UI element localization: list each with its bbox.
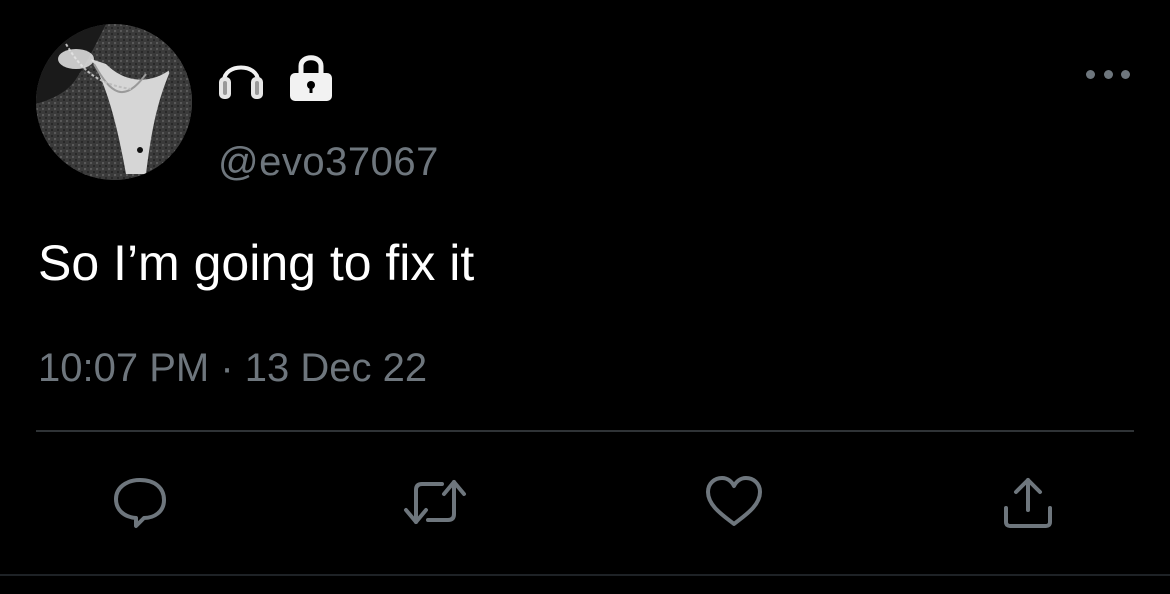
lock-emoji [290, 55, 332, 101]
divider [36, 430, 1134, 432]
user-handle[interactable]: @evo37067 [218, 136, 439, 188]
tweet-detail: @evo37067 So I’m going to fix it 10:07 P… [0, 0, 1170, 594]
headphones-emoji [219, 65, 263, 99]
heart-icon [706, 476, 762, 526]
avatar[interactable] [36, 24, 192, 180]
share-button[interactable] [998, 472, 1058, 532]
ellipsis-icon[interactable] [1086, 64, 1130, 84]
display-name [218, 50, 334, 104]
tweet-text: So I’m going to fix it [38, 235, 475, 291]
retweet-icon [404, 480, 466, 524]
share-icon [1004, 478, 1052, 528]
tweet-timestamp[interactable]: 10:07 PM · 13 Dec 22 [38, 342, 427, 394]
profile-photo [36, 24, 192, 180]
ellipsis-dot [1121, 69, 1130, 79]
ellipsis-dot [1103, 69, 1113, 79]
divider [0, 574, 1170, 576]
reply-icon [114, 478, 166, 528]
like-button[interactable] [704, 472, 764, 532]
ellipsis-dot [1086, 69, 1095, 79]
retweet-button[interactable] [402, 472, 466, 532]
reply-button[interactable] [110, 472, 170, 532]
